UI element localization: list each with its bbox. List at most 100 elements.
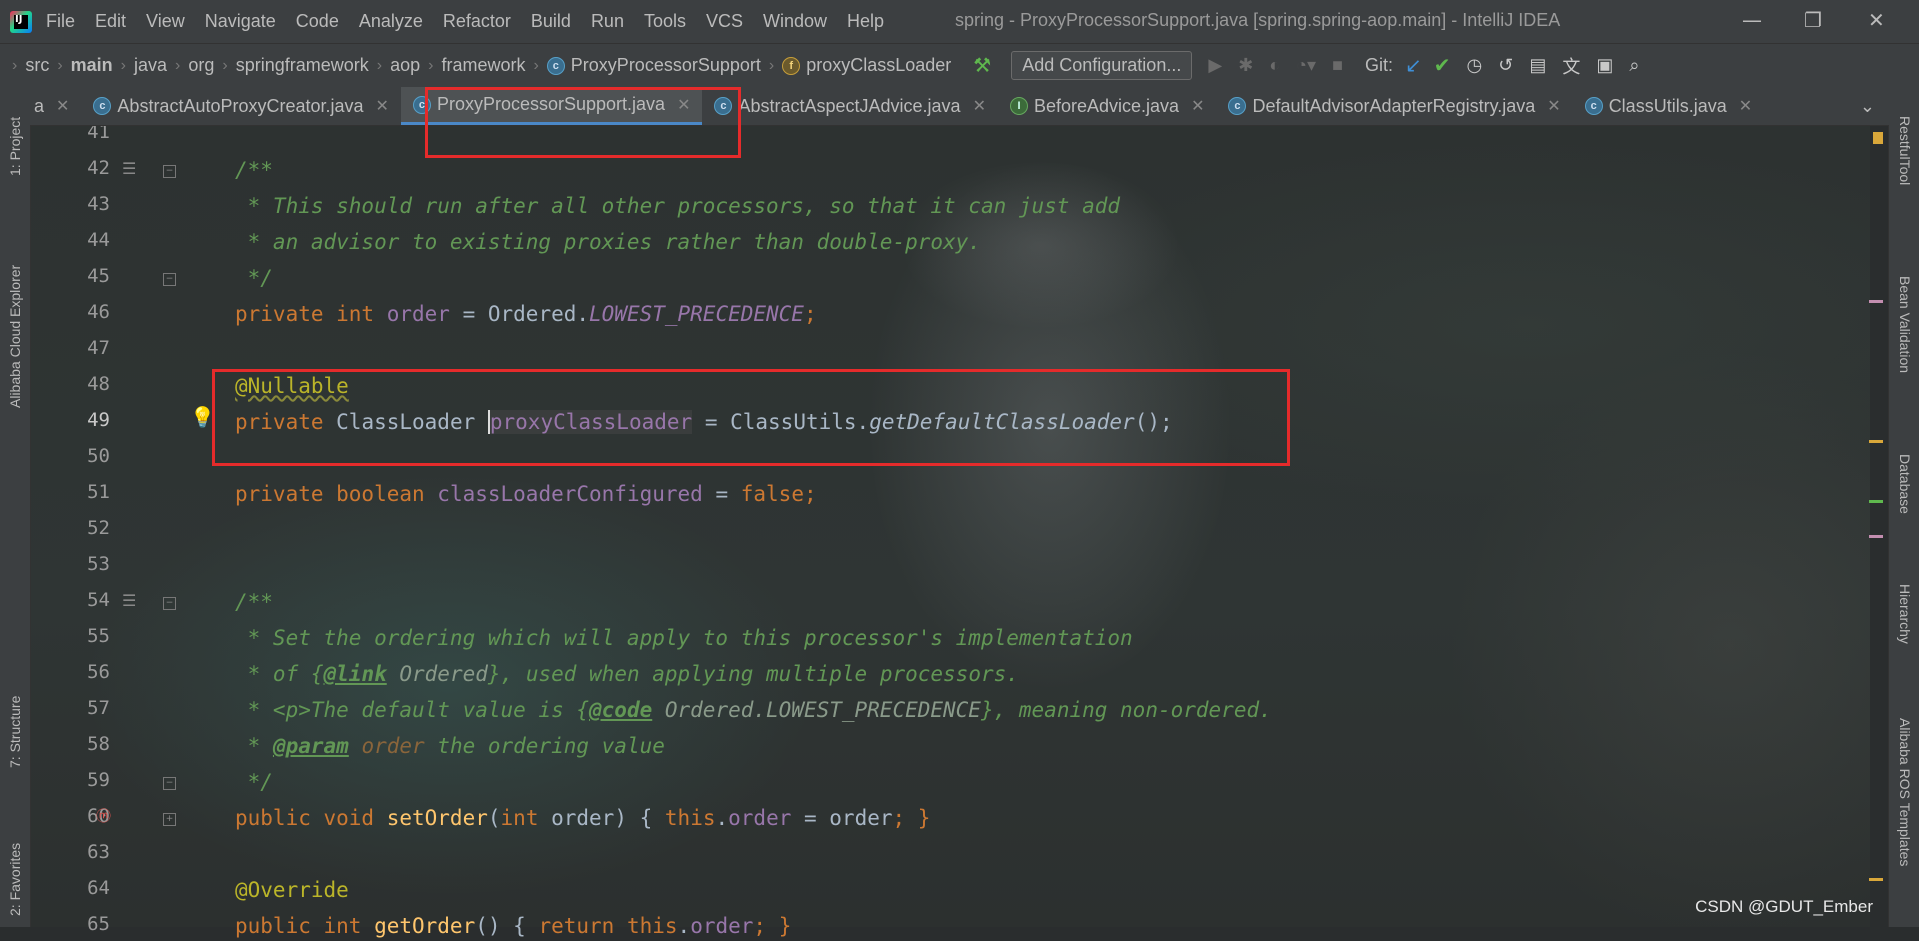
restore-icon[interactable]: ❐ (1804, 8, 1822, 32)
fold-marker-icon[interactable]: − (163, 273, 176, 286)
doc-render-icon[interactable]: ☰ (122, 591, 136, 610)
breadcrumb-springframework[interactable]: springframework (236, 55, 369, 76)
tab-default-advisor-adapter-registry[interactable]: c DefaultAdvisorAdapterRegistry.java ✕ (1216, 87, 1572, 125)
menu-window[interactable]: Window (763, 11, 827, 32)
line-number: 57 (87, 697, 110, 719)
code-text: ( (487, 806, 501, 830)
doc-render-icon[interactable]: ☰ (122, 159, 136, 178)
close-icon[interactable]: ✕ (376, 96, 389, 116)
javadoc-tag: @code (589, 698, 653, 722)
menu-analyze[interactable]: Analyze (359, 11, 423, 32)
line-number: 54 (87, 589, 110, 611)
menu-code[interactable]: Code (296, 11, 339, 32)
field-name: order (386, 302, 450, 326)
chevron-right-icon: › (533, 56, 539, 74)
tool-restfultool[interactable]: RestfulTool (1897, 116, 1913, 185)
class-icon: c (1228, 97, 1247, 115)
menu-navigate[interactable]: Navigate (205, 11, 276, 32)
chevron-down-icon[interactable]: ⌄ (1860, 96, 1875, 117)
code-text: . (715, 806, 729, 830)
tool-project[interactable]: 1: Project (7, 117, 23, 176)
tool-alibaba-ros-templates[interactable]: Alibaba ROS Templates (1897, 718, 1913, 866)
method-name: getOrder (374, 914, 476, 938)
breadcrumb-org[interactable]: org (188, 55, 214, 76)
editor-gutter: 41 42 43 44 45 46 47 48 49 50 51 52 53 5… (30, 121, 230, 935)
terminal-icon[interactable]: ▣ (1596, 55, 1613, 76)
code-line: * of {@link Ordered}, used when applying… (235, 659, 1019, 689)
add-configuration-button[interactable]: Add Configuration... (1011, 51, 1193, 80)
intellij-logo-icon[interactable]: IJ (10, 10, 32, 33)
close-icon[interactable]: ✕ (56, 96, 69, 116)
override-marker-icon[interactable]: ⓜ (96, 805, 111, 826)
menu-run[interactable]: Run (591, 11, 624, 32)
menu-edit[interactable]: Edit (95, 11, 126, 32)
search-icon[interactable]: ⌕ (1629, 55, 1639, 76)
code-line: */ (235, 770, 273, 794)
breadcrumb-field[interactable]: proxyClassLoader (806, 55, 951, 76)
tab-abstract-aspectj-advice[interactable]: c AbstractAspectJAdvice.java ✕ (702, 87, 998, 125)
rollback-icon[interactable]: ↺ (1498, 55, 1513, 76)
breadcrumb-main[interactable]: main (71, 55, 113, 76)
scroll-marker[interactable] (1869, 440, 1883, 443)
line-number: 58 (87, 733, 110, 755)
breadcrumb-src[interactable]: src (25, 55, 49, 76)
close-icon[interactable]: ✕ (973, 96, 986, 116)
scroll-marker[interactable] (1869, 300, 1883, 303)
code-text: ; } (753, 914, 792, 938)
fold-marker-icon[interactable]: − (163, 777, 176, 790)
menu-build[interactable]: Build (531, 11, 571, 32)
minimize-icon[interactable]: — (1742, 8, 1762, 32)
close-icon[interactable]: ✕ (1547, 96, 1560, 116)
project-structure-icon[interactable]: ▤ (1529, 55, 1546, 76)
fold-marker-icon[interactable]: + (163, 813, 176, 826)
line-number: 49 (87, 409, 110, 431)
menu-view[interactable]: View (146, 11, 185, 32)
tool-structure[interactable]: 7: Structure (7, 696, 23, 768)
code-editor[interactable]: /** * This should run after all other pr… (235, 125, 1272, 938)
close-icon[interactable]: ✕ (1191, 96, 1204, 116)
tool-database[interactable]: Database (1897, 454, 1913, 514)
tab-before-advice[interactable]: I BeforeAdvice.java ✕ (998, 87, 1217, 125)
history-icon[interactable]: ◷ (1467, 55, 1483, 76)
stop-icon[interactable]: ■ (1332, 55, 1343, 76)
coverage-icon[interactable]: ◐ (1269, 55, 1280, 76)
close-icon[interactable]: ✕ (1739, 96, 1752, 116)
code-line: private boolean classLoaderConfigured = … (235, 479, 817, 509)
close-icon[interactable]: ✕ (1868, 8, 1885, 32)
scroll-marker[interactable] (1873, 132, 1883, 144)
scroll-marker[interactable] (1869, 878, 1883, 881)
breadcrumb-aop[interactable]: aop (390, 55, 420, 76)
chevron-right-icon: › (175, 56, 181, 74)
profile-icon[interactable]: ◔▾ (1296, 55, 1316, 76)
tab-abstract-auto-proxy-creator[interactable]: c AbstractAutoProxyCreator.java ✕ (81, 87, 401, 125)
translate-icon[interactable]: 文 (1562, 53, 1580, 79)
git-update-icon[interactable]: ↙ (1405, 53, 1422, 78)
debug-icon[interactable]: ✱ (1238, 55, 1253, 76)
chevron-right-icon: › (768, 56, 775, 74)
tool-favorites[interactable]: 2: Favorites (7, 843, 23, 916)
scroll-marker[interactable] (1869, 500, 1883, 503)
fold-marker-icon[interactable]: − (163, 597, 176, 610)
menu-file[interactable]: File (46, 11, 75, 32)
chevron-right-icon: › (12, 56, 18, 74)
menu-vcs[interactable]: VCS (706, 11, 743, 32)
tool-alibaba-cloud-explorer[interactable]: Alibaba Cloud Explorer (7, 265, 23, 408)
scroll-marker[interactable] (1869, 535, 1883, 538)
fold-marker-icon[interactable]: − (163, 165, 176, 178)
tool-hierarchy[interactable]: Hierarchy (1897, 584, 1913, 644)
menu-refactor[interactable]: Refactor (443, 11, 511, 32)
code-line: public int getOrder() { return this.orde… (235, 911, 791, 941)
build-hammer-icon[interactable]: ⚒ (973, 53, 991, 78)
menu-help[interactable]: Help (847, 11, 884, 32)
line-number: 63 (87, 841, 110, 863)
breadcrumb-java[interactable]: java (134, 55, 167, 76)
run-icon[interactable]: ▶ (1208, 55, 1222, 76)
breadcrumb-class[interactable]: ProxyProcessorSupport (571, 55, 761, 76)
tab-partial[interactable]: a ✕ (30, 87, 81, 125)
menu-tools[interactable]: Tools (644, 11, 686, 32)
tool-bean-validation[interactable]: Bean Validation (1897, 276, 1913, 373)
git-commit-icon[interactable]: ✔ (1434, 53, 1451, 78)
tab-class-utils[interactable]: c ClassUtils.java ✕ (1573, 87, 1764, 125)
breadcrumb-framework[interactable]: framework (441, 55, 525, 76)
comment-text: Ordered (386, 662, 488, 686)
